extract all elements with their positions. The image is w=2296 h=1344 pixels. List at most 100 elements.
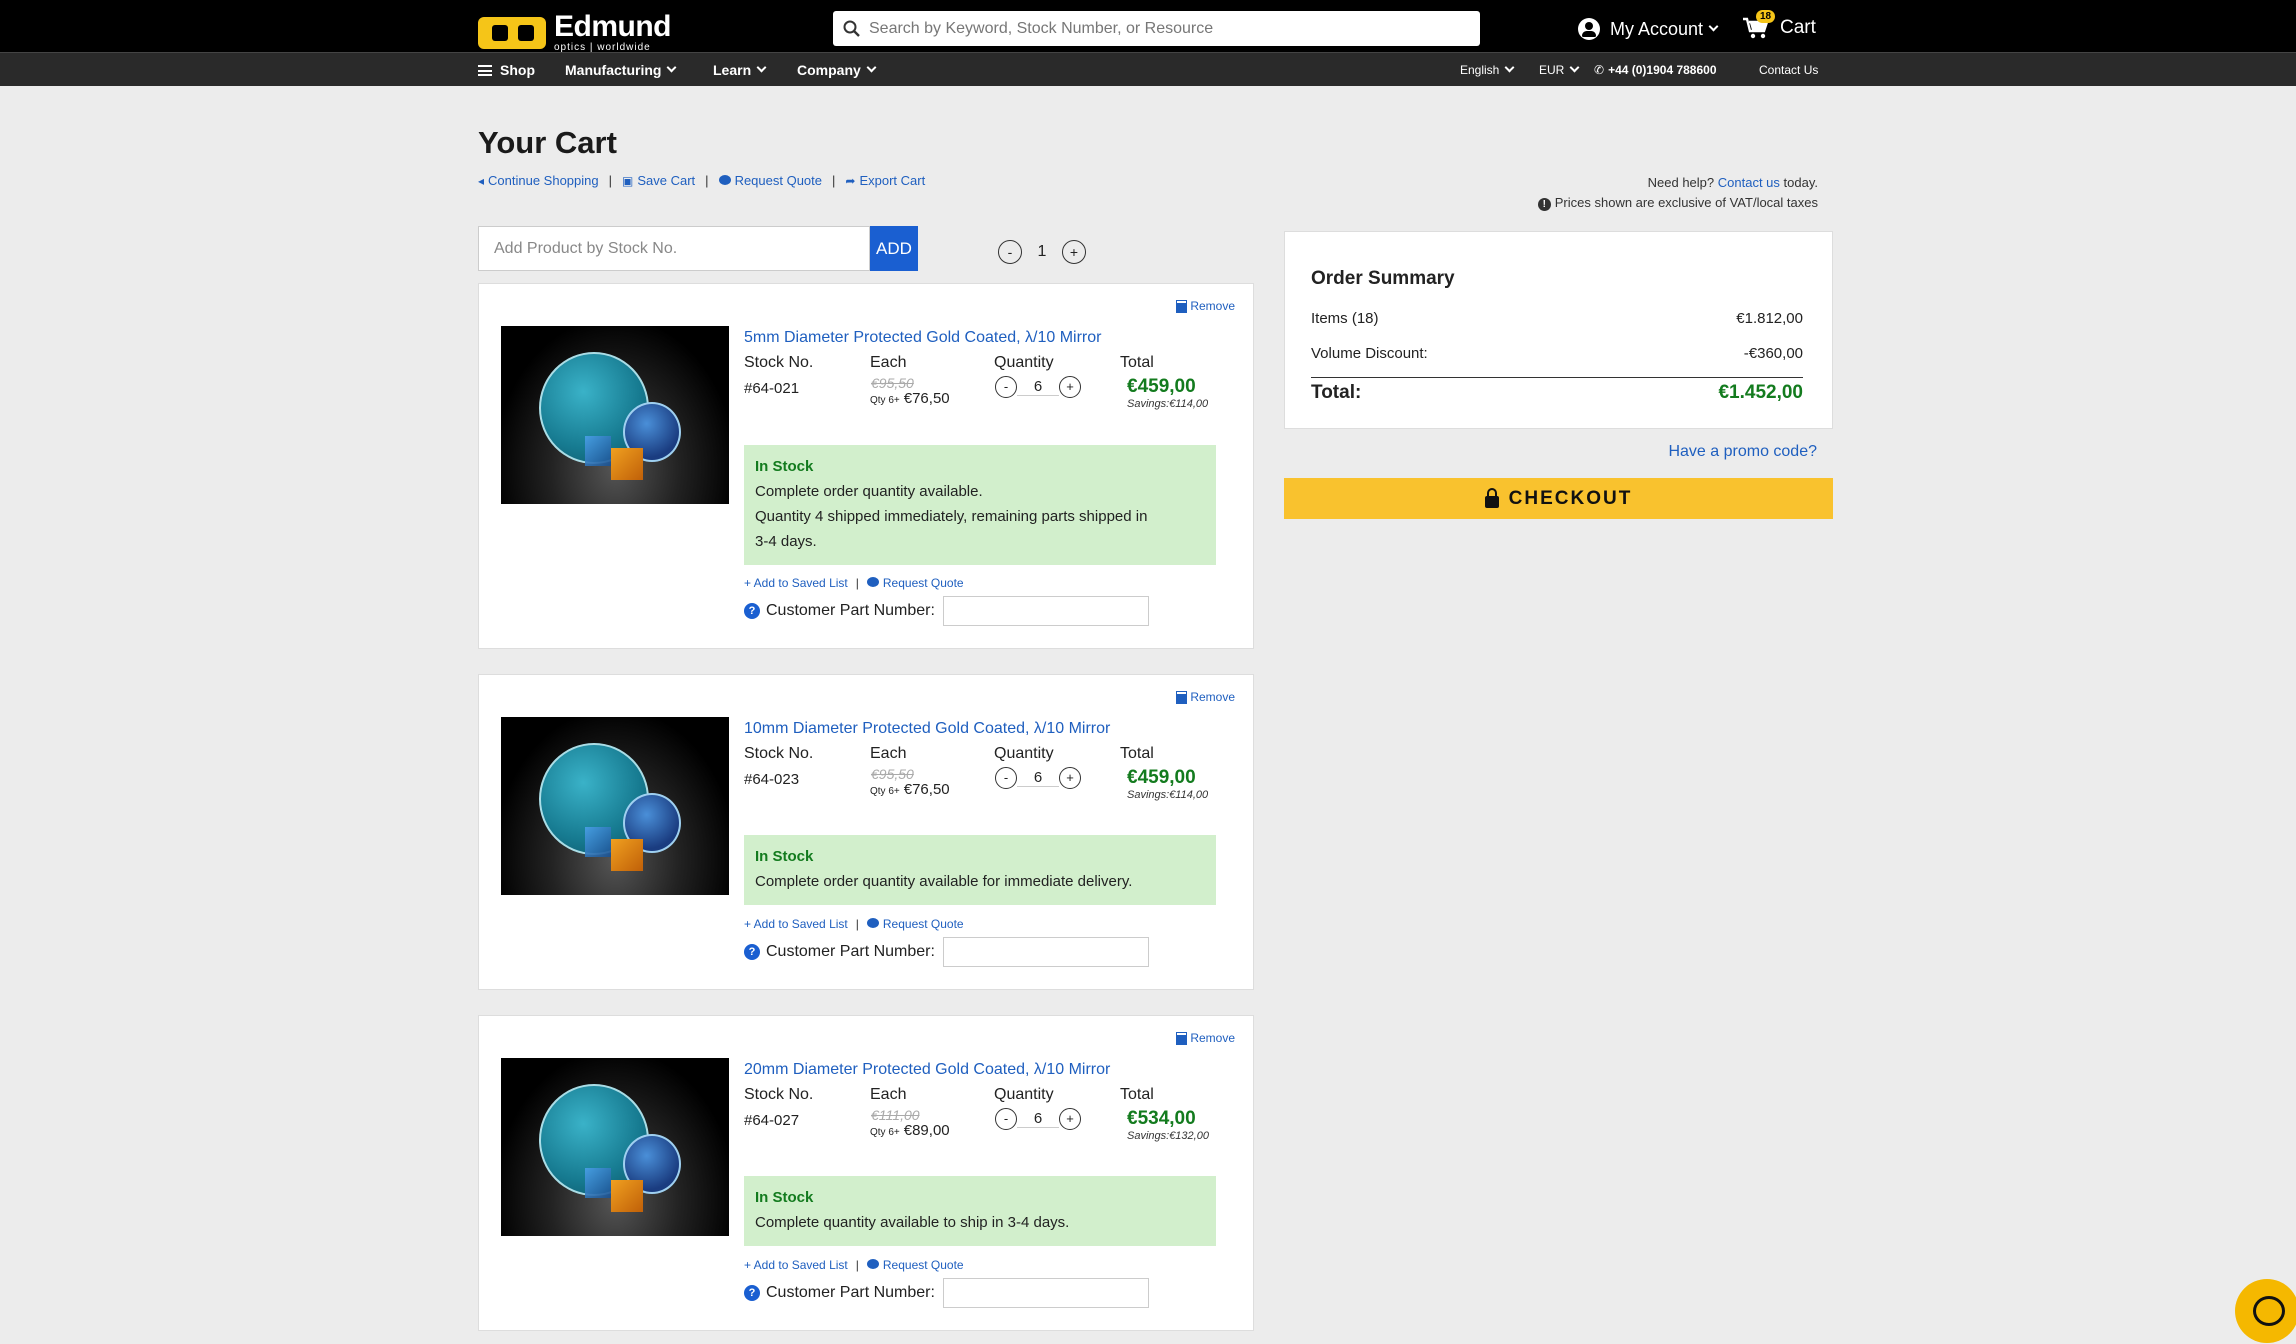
quantity-value[interactable]: 6 (1017, 769, 1059, 787)
help-icon[interactable]: ? (744, 603, 760, 619)
increment-button[interactable]: + (1059, 1108, 1081, 1130)
nav-manufacturing-label: Manufacturing (565, 62, 662, 78)
export-cart-link[interactable]: ➦ Export Cart (845, 173, 925, 188)
currency-select[interactable]: EUR (1539, 62, 1580, 77)
share-icon: ➦ (845, 174, 856, 188)
stock-status-title: In Stock (755, 1189, 814, 1206)
nav-learn[interactable]: Learn (713, 62, 767, 78)
contact-us-inline-link[interactable]: Contact us (1718, 175, 1780, 190)
remove-button[interactable]: Remove (1176, 299, 1235, 313)
remove-label: Remove (1190, 1031, 1235, 1045)
phone-icon: ✆ (1594, 63, 1605, 77)
search-icon[interactable] (843, 20, 861, 38)
add-to-saved-list-link[interactable]: + Add to Saved List (744, 576, 848, 590)
chat-icon (866, 1259, 879, 1269)
search-input[interactable] (869, 11, 1480, 46)
discount-row: Volume Discount: -€360,00 (1311, 345, 1803, 362)
quantity-value[interactable]: 6 (1017, 378, 1059, 396)
product-title-link[interactable]: 5mm Diameter Protected Gold Coated, λ/10… (744, 329, 1101, 347)
customer-part-input[interactable] (942, 596, 1149, 626)
product-title-link[interactable]: 20mm Diameter Protected Gold Coated, λ/1… (744, 1061, 1110, 1079)
add-product-button[interactable]: ADD (870, 226, 918, 271)
help-notice: Need help? Contact us today. ! Prices sho… (1537, 173, 1818, 213)
product-title-link[interactable]: 10mm Diameter Protected Gold Coated, λ/1… (744, 720, 1110, 738)
stock-status-box: In Stock Complete order quantity availab… (744, 445, 1216, 565)
items-label: Items (18) (1311, 310, 1379, 327)
request-quote-link[interactable]: Request Quote (718, 173, 822, 188)
remove-button[interactable]: Remove (1176, 690, 1235, 704)
contact-us-link[interactable]: Contact Us (1759, 63, 1818, 77)
logo-mark-icon (478, 16, 546, 49)
nav-shop[interactable]: Shop (478, 62, 535, 78)
caret-left-icon: ◂ (478, 174, 485, 188)
save-cart-link[interactable]: ▣ Save Cart (622, 173, 695, 188)
remove-button[interactable]: Remove (1176, 1031, 1235, 1045)
total-label: Total: (1311, 382, 1362, 403)
customer-part-input[interactable] (942, 1278, 1149, 1308)
request-quote-label: Request Quote (882, 917, 964, 931)
help-icon[interactable]: ? (744, 1285, 760, 1301)
item-request-quote-link[interactable]: Request Quote (866, 1258, 964, 1272)
increment-button[interactable]: + (1059, 767, 1081, 789)
item-request-quote-link[interactable]: Request Quote (866, 576, 964, 590)
each-label: Each (870, 1086, 907, 1103)
add-product-row: ADD - 1 + (478, 226, 1086, 271)
help-icon[interactable]: ? (744, 944, 760, 960)
quantity-label: Quantity (994, 354, 1054, 371)
stock-status-line: 3-4 days. (755, 533, 817, 550)
continue-shopping-link[interactable]: ◂ Continue Shopping (478, 173, 599, 188)
my-account-menu[interactable]: My Account (1578, 18, 1719, 40)
logo-name: Edmund (554, 10, 672, 43)
stock-status-line: Complete order quantity available. (755, 483, 983, 500)
discount-value: -€360,00 (1743, 345, 1803, 362)
order-summary-title: Order Summary (1311, 268, 1455, 289)
cart-actions: ◂ Continue Shopping | ▣ Save Cart | Reques… (478, 173, 925, 188)
nav-company[interactable]: Company (797, 62, 877, 78)
checkout-label: CHECKOUT (1508, 487, 1633, 509)
quantity-label: Quantity (994, 1086, 1054, 1103)
language-select[interactable]: English (1460, 62, 1515, 77)
add-to-saved-list-link[interactable]: + Add to Saved List (744, 1258, 848, 1272)
decrement-button[interactable]: - (995, 767, 1017, 789)
unit-price: €76,50 (903, 781, 950, 798)
chevron-down-icon (1569, 62, 1580, 72)
quantity-stepper: - 6 + (995, 376, 1081, 398)
phone-link[interactable]: ✆ +44 (0)1904 788600 (1594, 63, 1717, 77)
help-suffix: today. (1783, 175, 1818, 190)
stock-status-box: In Stock Complete order quantity availab… (744, 835, 1216, 905)
cart-item: Remove 10mm Diameter Protected Gold Coat… (478, 674, 1254, 990)
list-price: €95,50 (871, 766, 914, 782)
brand-logo[interactable]: Edmund optics | worldwide (478, 10, 672, 53)
add-to-saved-list-link[interactable]: + Add to Saved List (744, 917, 848, 931)
trash-icon (1176, 299, 1188, 313)
separator: | (608, 173, 613, 188)
customer-part-input[interactable] (942, 937, 1149, 967)
add-quantity-value[interactable]: 1 (1022, 243, 1062, 261)
qty-break-label: Qty 6+ (870, 1127, 900, 1138)
product-image[interactable] (501, 326, 729, 504)
decrement-button[interactable]: - (998, 239, 1022, 264)
chat-widget-icon[interactable] (2235, 1279, 2296, 1343)
increment-button[interactable]: + (1062, 239, 1086, 264)
product-image[interactable] (501, 1058, 729, 1236)
trash-icon (1176, 1031, 1188, 1045)
quantity-value[interactable]: 6 (1017, 1110, 1059, 1128)
nav-manufacturing[interactable]: Manufacturing (565, 62, 677, 78)
line-savings: Savings:€114,00 (1127, 789, 1209, 801)
customer-part-row: ? Customer Part Number: (744, 1278, 1149, 1308)
checkout-button[interactable]: CHECKOUT (1284, 478, 1833, 519)
lock-icon (1484, 487, 1499, 508)
summary-divider (1311, 377, 1803, 378)
decrement-button[interactable]: - (995, 1108, 1017, 1130)
cart-link[interactable]: 18 Cart (1742, 10, 1816, 40)
contact-us-label: Contact Us (1759, 63, 1819, 77)
save-icon: ▣ (622, 174, 634, 188)
items-value: €1.812,00 (1736, 310, 1803, 327)
item-request-quote-link[interactable]: Request Quote (866, 917, 964, 931)
stock-status-line: Complete order quantity available for im… (755, 873, 1133, 890)
product-image[interactable] (501, 717, 729, 895)
promo-code-link[interactable]: Have a promo code? (1668, 443, 1817, 461)
decrement-button[interactable]: - (995, 376, 1017, 398)
increment-button[interactable]: + (1059, 376, 1081, 398)
add-product-input[interactable] (478, 226, 870, 271)
